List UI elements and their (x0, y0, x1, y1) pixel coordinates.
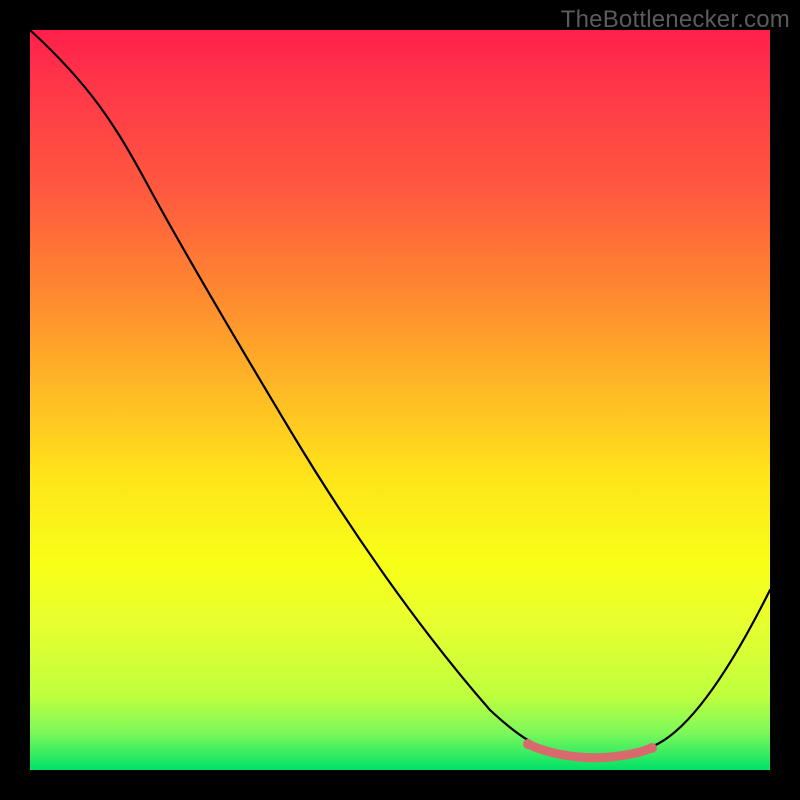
optimal-range-end-dot (647, 743, 657, 753)
curve-svg (30, 30, 770, 770)
optimal-range-start-dot (523, 739, 533, 749)
watermark-text: TheBottlenecker.com (561, 6, 790, 34)
bottleneck-curve (30, 30, 770, 756)
optimal-range-highlight (528, 744, 652, 758)
chart-plot-area (30, 30, 770, 770)
